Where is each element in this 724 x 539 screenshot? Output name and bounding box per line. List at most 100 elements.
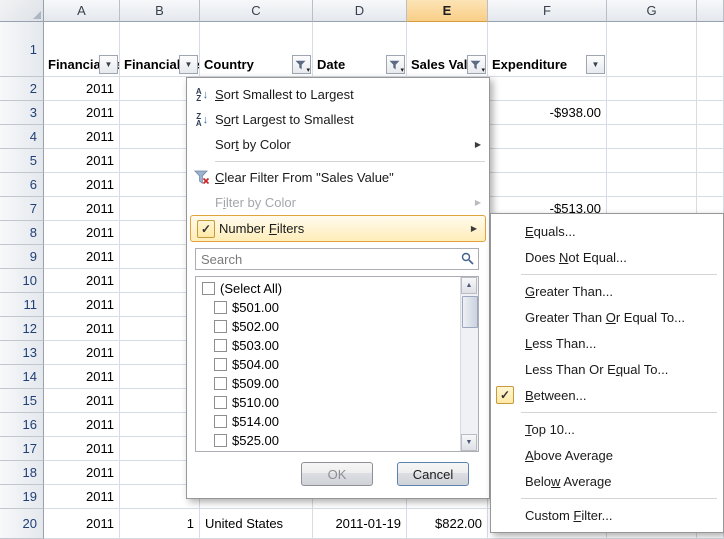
checkbox[interactable] bbox=[214, 339, 227, 352]
header-cell-E[interactable]: Sales Value▾ bbox=[407, 22, 488, 77]
header-cell-A[interactable]: Financial Year▼ bbox=[44, 22, 120, 77]
cancel-button[interactable]: Cancel bbox=[397, 462, 469, 486]
submenu-item-top-10[interactable]: Top 10... bbox=[491, 416, 723, 442]
menu-item-filter-by-color[interactable]: Filter by Color▶ bbox=[187, 190, 489, 215]
cell-A4[interactable]: 2011 bbox=[44, 125, 120, 149]
checkbox[interactable] bbox=[202, 282, 215, 295]
checkbox[interactable] bbox=[214, 415, 227, 428]
search-input[interactable] bbox=[195, 248, 479, 270]
submenu-item-greater-than[interactable]: Greater Than... bbox=[491, 278, 723, 304]
cell-A7[interactable]: 2011 bbox=[44, 197, 120, 221]
filter-button-C[interactable]: ▾ bbox=[292, 55, 311, 74]
row-header-20[interactable]: 20 bbox=[0, 509, 44, 539]
select-all-corner[interactable] bbox=[0, 0, 44, 22]
cell-F4[interactable] bbox=[488, 125, 607, 149]
cell-C20[interactable]: United States bbox=[200, 509, 313, 539]
row-header-7[interactable]: 7 bbox=[0, 197, 44, 221]
submenu-item-custom-filter[interactable]: Custom Filter... bbox=[491, 502, 723, 528]
checkbox[interactable] bbox=[214, 396, 227, 409]
cell-D20[interactable]: 2011-01-19 bbox=[313, 509, 407, 539]
cell-A15[interactable]: 2011 bbox=[44, 389, 120, 413]
filter-value-item[interactable]: $504.00 bbox=[196, 355, 461, 374]
row-header-8[interactable]: 8 bbox=[0, 221, 44, 245]
cell-F2[interactable] bbox=[488, 77, 607, 101]
submenu-item-does-not-equal[interactable]: Does Not Equal... bbox=[491, 244, 723, 270]
value-list-scrollbar[interactable]: ▲ ▼ bbox=[460, 277, 478, 451]
col-header-F[interactable]: F bbox=[488, 0, 607, 22]
scroll-thumb[interactable] bbox=[462, 296, 478, 328]
cell-A13[interactable]: 2011 bbox=[44, 341, 120, 365]
row-header-10[interactable]: 10 bbox=[0, 269, 44, 293]
row-header-18[interactable]: 18 bbox=[0, 461, 44, 485]
filter-value-item[interactable]: $525.00 bbox=[196, 431, 461, 450]
cell-A8[interactable]: 2011 bbox=[44, 221, 120, 245]
cell-A9[interactable]: 2011 bbox=[44, 245, 120, 269]
col-header-B[interactable]: B bbox=[120, 0, 200, 22]
scroll-down-button[interactable]: ▼ bbox=[461, 434, 477, 451]
checkbox[interactable] bbox=[214, 301, 227, 314]
filter-button-B[interactable]: ▼ bbox=[179, 55, 198, 74]
menu-item-sort-largest-to-smallest[interactable]: ZA↓Sort Largest to Smallest bbox=[187, 107, 489, 132]
cell-A14[interactable]: 2011 bbox=[44, 365, 120, 389]
row-header-4[interactable]: 4 bbox=[0, 125, 44, 149]
checkbox[interactable] bbox=[214, 434, 227, 447]
row-header-15[interactable]: 15 bbox=[0, 389, 44, 413]
filter-value-item[interactable]: $502.00 bbox=[196, 317, 461, 336]
cell-A16[interactable]: 2011 bbox=[44, 413, 120, 437]
submenu-item-equals[interactable]: Equals... bbox=[491, 218, 723, 244]
row-header-6[interactable]: 6 bbox=[0, 173, 44, 197]
ok-button[interactable]: OK bbox=[301, 462, 373, 486]
header-cell-B[interactable]: Financial Period▼ bbox=[120, 22, 200, 77]
cell-A12[interactable]: 2011 bbox=[44, 317, 120, 341]
filter-button-F[interactable]: ▼ bbox=[586, 55, 605, 74]
cell-G5[interactable] bbox=[607, 149, 697, 173]
cell-B20[interactable]: 1 bbox=[120, 509, 200, 539]
header-cell-C[interactable]: Country▾ bbox=[200, 22, 313, 77]
row-header-14[interactable]: 14 bbox=[0, 365, 44, 389]
header-cell-D[interactable]: Date▾ bbox=[313, 22, 407, 77]
cell-A11[interactable]: 2011 bbox=[44, 293, 120, 317]
cell-A5[interactable]: 2011 bbox=[44, 149, 120, 173]
row-header-12[interactable]: 12 bbox=[0, 317, 44, 341]
submenu-item-above-average[interactable]: Above Average bbox=[491, 442, 723, 468]
col-header-D[interactable]: D bbox=[313, 0, 407, 22]
submenu-item-below-average[interactable]: Below Average bbox=[491, 468, 723, 494]
filter-button-D[interactable]: ▾ bbox=[386, 55, 405, 74]
menu-item-sort-by-color[interactable]: Sort by Color▶ bbox=[187, 132, 489, 157]
col-header-E[interactable]: E bbox=[407, 0, 488, 22]
submenu-item-less-than[interactable]: Less Than... bbox=[491, 330, 723, 356]
cell-G2[interactable] bbox=[607, 77, 697, 101]
row-header-3[interactable]: 3 bbox=[0, 101, 44, 125]
header-cell-G[interactable] bbox=[607, 22, 697, 77]
cell-A17[interactable]: 2011 bbox=[44, 437, 120, 461]
filter-value-item[interactable]: $501.00 bbox=[196, 298, 461, 317]
checkbox[interactable] bbox=[214, 320, 227, 333]
cell-F3[interactable]: -$938.00 bbox=[488, 101, 607, 125]
cell-G6[interactable] bbox=[607, 173, 697, 197]
checkbox[interactable] bbox=[214, 358, 227, 371]
col-header-G[interactable]: G bbox=[607, 0, 697, 22]
filter-value-item[interactable]: $514.00 bbox=[196, 412, 461, 431]
filter-button-E[interactable]: ▾ bbox=[467, 55, 486, 74]
filter-value-item[interactable]: $510.00 bbox=[196, 393, 461, 412]
row-header-11[interactable]: 11 bbox=[0, 293, 44, 317]
checkbox[interactable] bbox=[214, 377, 227, 390]
cell-A3[interactable]: 2011 bbox=[44, 101, 120, 125]
row-header-5[interactable]: 5 bbox=[0, 149, 44, 173]
row-header-16[interactable]: 16 bbox=[0, 413, 44, 437]
filter-value-item[interactable]: $509.00 bbox=[196, 374, 461, 393]
cell-G3[interactable] bbox=[607, 101, 697, 125]
submenu-item-greater-than-or-equal-to[interactable]: Greater Than Or Equal To... bbox=[491, 304, 723, 330]
menu-item-clear-filter[interactable]: Clear Filter From "Sales Value" bbox=[187, 165, 489, 190]
filter-value-item[interactable]: $503.00 bbox=[196, 336, 461, 355]
filter-button-A[interactable]: ▼ bbox=[99, 55, 118, 74]
cell-A20[interactable]: 2011 bbox=[44, 509, 120, 539]
cell-F5[interactable] bbox=[488, 149, 607, 173]
cell-A18[interactable]: 2011 bbox=[44, 461, 120, 485]
filter-value-item[interactable]: (Select All) bbox=[196, 279, 461, 298]
col-header-A[interactable]: A bbox=[44, 0, 120, 22]
cell-A10[interactable]: 2011 bbox=[44, 269, 120, 293]
menu-item-sort-smallest-to-largest[interactable]: AZ↓Sort Smallest to Largest bbox=[187, 82, 489, 107]
row-header-13[interactable]: 13 bbox=[0, 341, 44, 365]
cell-A2[interactable]: 2011 bbox=[44, 77, 120, 101]
